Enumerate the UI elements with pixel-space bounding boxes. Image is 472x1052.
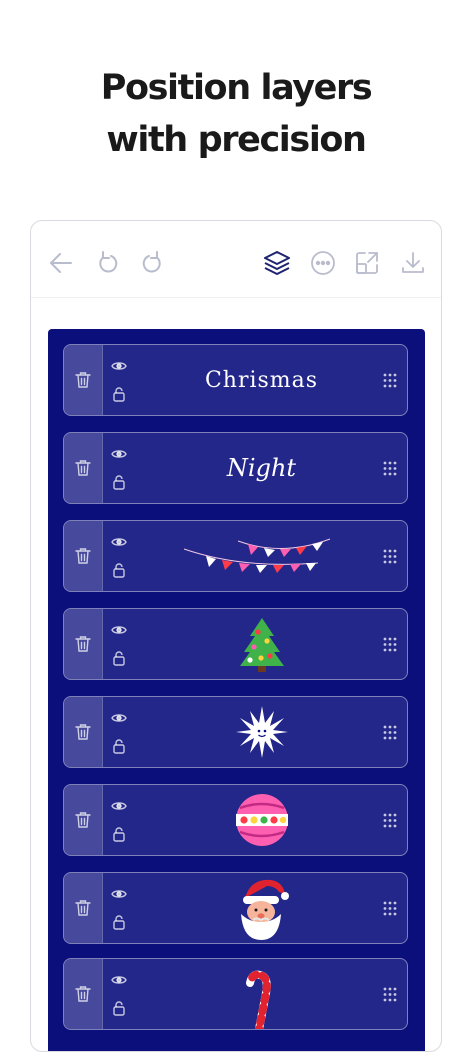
eye-icon[interactable] (111, 447, 127, 461)
trash-icon[interactable] (75, 899, 91, 917)
trash-icon[interactable] (75, 811, 91, 829)
layer-row-christmas-text[interactable]: Chrismas (63, 344, 408, 416)
layer-preview (164, 521, 359, 591)
unlock-icon[interactable] (111, 1001, 127, 1016)
redo-icon[interactable] (138, 249, 166, 277)
eye-icon[interactable] (111, 359, 127, 373)
drag-handle-icon[interactable] (382, 900, 398, 917)
headline: Position layers with precision (0, 62, 472, 166)
eye-icon[interactable] (111, 711, 127, 725)
headline-line-1: Position layers (100, 68, 373, 108)
layer-row-santa[interactable] (63, 872, 408, 944)
editor-toolbar (31, 221, 441, 298)
layer-preview (164, 873, 359, 943)
phone-frame: Chrismas Night (30, 220, 442, 1052)
layer-row-tree[interactable] (63, 608, 408, 680)
unlock-icon[interactable] (111, 739, 127, 754)
layer-row-bunting[interactable] (63, 520, 408, 592)
resize-icon[interactable] (353, 249, 381, 277)
layer-row-night-text[interactable]: Night (63, 432, 408, 504)
bunting-flags-icon (183, 538, 330, 573)
layer-row-ornament[interactable] (63, 784, 408, 856)
unlock-icon[interactable] (111, 387, 127, 402)
layer-preview (164, 609, 359, 679)
layer-row-star[interactable] (63, 696, 408, 768)
drag-handle-icon[interactable] (382, 460, 398, 477)
layer-preview (164, 785, 359, 855)
drag-handle-icon[interactable] (382, 636, 398, 653)
drag-handle-icon[interactable] (382, 986, 398, 1003)
headline-line-2: with precision (106, 120, 367, 160)
eye-icon[interactable] (111, 887, 127, 901)
trash-icon[interactable] (75, 459, 91, 477)
unlock-icon[interactable] (111, 915, 127, 930)
star-sun-icon (235, 706, 288, 758)
eye-icon[interactable] (111, 973, 127, 987)
trash-icon[interactable] (75, 723, 91, 741)
eye-icon[interactable] (111, 535, 127, 549)
layer-preview (164, 697, 359, 767)
trash-icon[interactable] (75, 985, 91, 1003)
drag-handle-icon[interactable] (382, 372, 398, 389)
layer-preview (164, 959, 359, 1029)
eye-icon[interactable] (111, 799, 127, 813)
layers-icon[interactable] (263, 249, 291, 277)
back-arrow-icon[interactable] (47, 249, 75, 277)
christmas-tree-icon (239, 618, 284, 672)
trash-icon[interactable] (75, 635, 91, 653)
drag-handle-icon[interactable] (382, 724, 398, 741)
ornament-ball-icon (235, 794, 288, 846)
layer-preview: Chrismas (164, 345, 359, 415)
layer-preview: Night (164, 433, 359, 503)
canvas-area: Chrismas Night (48, 329, 425, 1051)
unlock-icon[interactable] (111, 827, 127, 842)
eye-icon[interactable] (111, 623, 127, 637)
trash-icon[interactable] (75, 547, 91, 565)
undo-icon[interactable] (94, 249, 122, 277)
download-icon[interactable] (399, 249, 427, 277)
candy-cane-icon (245, 970, 271, 1029)
layer-text-christmas: Chrismas (204, 367, 319, 393)
more-options-icon[interactable] (309, 249, 337, 277)
trash-icon[interactable] (75, 371, 91, 389)
santa-face-icon (240, 879, 289, 940)
drag-handle-icon[interactable] (382, 548, 398, 565)
unlock-icon[interactable] (111, 475, 127, 490)
layer-row-candy-cane[interactable] (63, 958, 408, 1030)
unlock-icon[interactable] (111, 651, 127, 666)
drag-handle-icon[interactable] (382, 812, 398, 829)
unlock-icon[interactable] (111, 563, 127, 578)
layer-text-night: Night (226, 454, 297, 482)
